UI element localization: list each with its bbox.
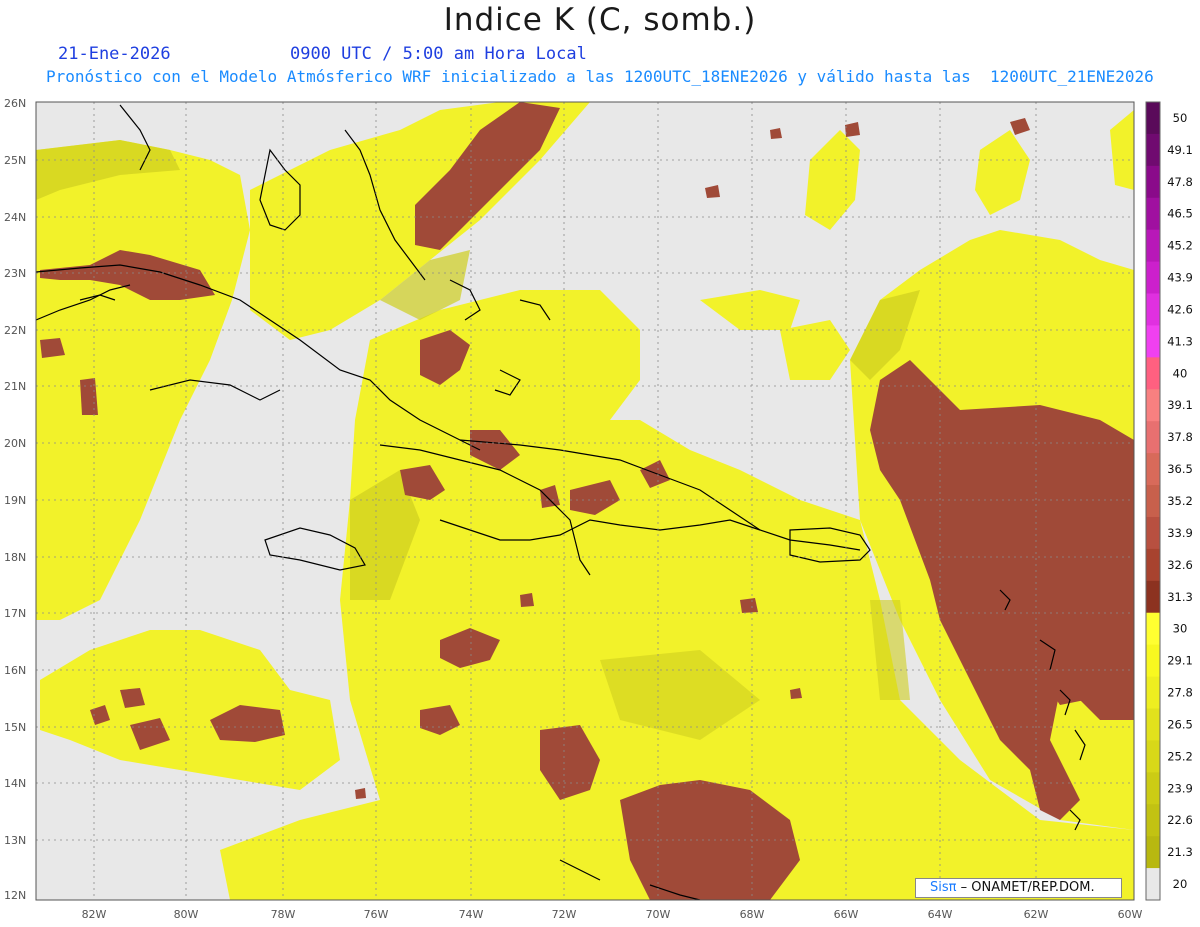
colorbar-swatch bbox=[1146, 197, 1160, 231]
colorbar-swatch bbox=[1146, 612, 1160, 646]
colorbar-swatch bbox=[1146, 676, 1160, 709]
lon-label: 80W bbox=[174, 908, 199, 921]
colorbar-swatch bbox=[1146, 644, 1160, 678]
colorbar-label: 22.6 bbox=[1167, 813, 1193, 827]
colorbar-label: 26.5 bbox=[1167, 717, 1193, 731]
colorbar: 50 49.1 47.8 46.5 45.2 43.9 42.6 41.3 40 39.1 37.8… bbox=[1145, 101, 1193, 901]
lat-label: 19N bbox=[4, 494, 26, 507]
credit-box: Sisπ – ONAMET/REP.DOM. bbox=[915, 878, 1122, 898]
colorbar-label: 43.9 bbox=[1167, 271, 1193, 285]
lat-label: 17N bbox=[4, 607, 26, 620]
colorbar-swatch bbox=[1146, 453, 1160, 486]
lat-label: 24N bbox=[4, 211, 26, 224]
colorbar-label: 37.8 bbox=[1167, 430, 1193, 444]
colorbar-label: 45.2 bbox=[1167, 239, 1193, 253]
lat-label: 25N bbox=[4, 154, 26, 167]
colorbar-swatch bbox=[1146, 708, 1160, 741]
colorbar-label: 35.2 bbox=[1167, 494, 1193, 508]
colorbar-label: 49.1 bbox=[1167, 143, 1193, 157]
colorbar-label: 31.3 bbox=[1167, 590, 1193, 604]
colorbar-swatch bbox=[1146, 165, 1160, 199]
lat-label: 26N bbox=[4, 97, 26, 110]
lon-label: 78W bbox=[271, 908, 296, 921]
colorbar-swatch bbox=[1146, 325, 1160, 358]
colorbar-swatch bbox=[1146, 740, 1160, 773]
colorbar-label: 46.5 bbox=[1167, 207, 1193, 221]
colorbar-label: 30 bbox=[1173, 622, 1188, 636]
colorbar-swatch bbox=[1146, 229, 1160, 263]
lat-label: 14N bbox=[4, 777, 26, 790]
colorbar-label: 39.1 bbox=[1167, 398, 1193, 412]
lon-label: 76W bbox=[364, 908, 389, 921]
colorbar-label: 40 bbox=[1173, 366, 1188, 380]
colorbar-swatch bbox=[1146, 868, 1160, 901]
lat-label: 18N bbox=[4, 551, 26, 564]
colorbar-label: 21.3 bbox=[1167, 845, 1193, 859]
k-index-map: 26N 25N 24N 23N 22N 21N 20N 19N 18N 17N … bbox=[4, 97, 1193, 921]
colorbar-swatch bbox=[1146, 804, 1160, 837]
colorbar-label: 47.8 bbox=[1167, 175, 1193, 189]
colorbar-swatch bbox=[1146, 261, 1160, 295]
lon-label: 62W bbox=[1024, 908, 1049, 921]
colorbar-swatch bbox=[1146, 516, 1160, 550]
colorbar-label: 27.8 bbox=[1167, 686, 1193, 700]
lat-label: 12N bbox=[4, 889, 26, 902]
colorbar-swatch bbox=[1146, 389, 1160, 422]
colorbar-label: 29.1 bbox=[1167, 654, 1193, 668]
lat-label: 21N bbox=[4, 380, 26, 393]
lat-label: 15N bbox=[4, 721, 26, 734]
colorbar-swatch bbox=[1146, 772, 1160, 805]
lon-label: 66W bbox=[834, 908, 859, 921]
lat-label: 23N bbox=[4, 267, 26, 280]
latitude-labels: 26N 25N 24N 23N 22N 21N 20N 19N 18N 17N … bbox=[4, 97, 26, 902]
colorbar-label: 36.5 bbox=[1167, 462, 1193, 476]
colorbar-swatch bbox=[1146, 580, 1160, 614]
colorbar-swatch bbox=[1146, 102, 1160, 135]
colorbar-label: 23.9 bbox=[1167, 781, 1193, 795]
lon-label: 68W bbox=[740, 908, 765, 921]
colorbar-label: 42.6 bbox=[1167, 302, 1193, 316]
colorbar-label: 50 bbox=[1173, 111, 1188, 125]
lat-label: 20N bbox=[4, 437, 26, 450]
lat-label: 16N bbox=[4, 664, 26, 677]
colorbar-label: 33.9 bbox=[1167, 526, 1193, 540]
lon-label: 60W bbox=[1118, 908, 1143, 921]
colorbar-label: 41.3 bbox=[1167, 334, 1193, 348]
colorbar-swatch bbox=[1146, 836, 1160, 869]
colorbar-swatch bbox=[1146, 548, 1160, 582]
credit-text: – ONAMET/REP.DOM. bbox=[960, 880, 1095, 895]
colorbar-swatch bbox=[1146, 357, 1160, 390]
colorbar-swatch bbox=[1146, 485, 1160, 518]
lon-label: 74W bbox=[459, 908, 484, 921]
lon-label: 82W bbox=[82, 908, 107, 921]
sispi-logo: Sisπ bbox=[930, 880, 957, 895]
colorbar-swatch bbox=[1146, 293, 1160, 326]
lat-label: 22N bbox=[4, 324, 26, 337]
lon-label: 72W bbox=[552, 908, 577, 921]
colorbar-swatch bbox=[1146, 133, 1160, 167]
lon-label: 70W bbox=[646, 908, 671, 921]
longitude-labels: 82W 80W 78W 76W 74W 72W 70W 68W 66W 64W … bbox=[82, 908, 1143, 921]
lon-label: 64W bbox=[928, 908, 953, 921]
colorbar-swatch bbox=[1146, 421, 1160, 454]
lat-label: 13N bbox=[4, 834, 26, 847]
colorbar-label: 20 bbox=[1173, 877, 1188, 891]
colorbar-label: 25.2 bbox=[1167, 749, 1193, 763]
colorbar-label: 32.6 bbox=[1167, 558, 1193, 572]
